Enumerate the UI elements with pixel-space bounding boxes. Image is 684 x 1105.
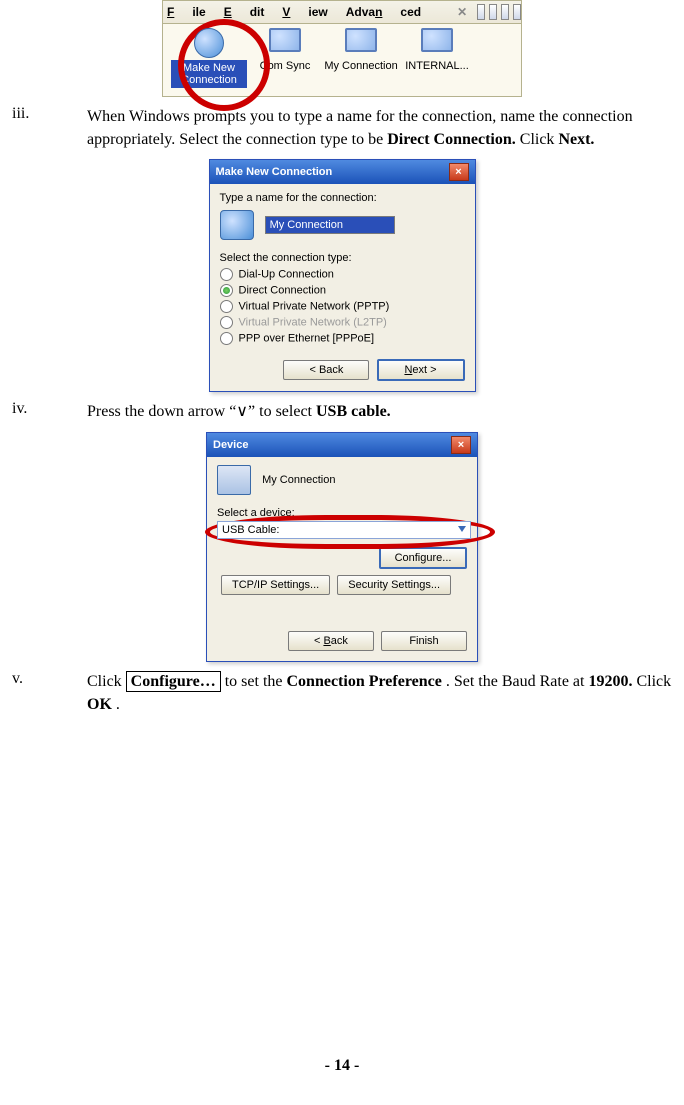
opt-pppoe: PPP over Ethernet [PPPoE]	[239, 333, 375, 345]
step-v-bold-a: Connection Preference	[286, 673, 441, 690]
security-settings-button[interactable]: Security Settings...	[337, 575, 451, 595]
com-sync-label: Com Sync	[247, 60, 323, 72]
step-iv-marker: iv.	[10, 400, 87, 423]
radio-pptp[interactable]	[220, 300, 233, 313]
device-close-button[interactable]: ×	[451, 436, 471, 454]
configure-button[interactable]: Configure...	[379, 547, 467, 569]
close-icon[interactable]: ✕	[457, 5, 467, 19]
back-button[interactable]: < Back	[283, 360, 369, 380]
dialog-title: Make New Connection	[216, 166, 449, 178]
step-v-text-e: .	[116, 696, 120, 713]
window-icon-1[interactable]	[477, 4, 485, 20]
window-icon-3[interactable]	[501, 4, 509, 20]
step-v-text-a: Click	[87, 673, 126, 690]
device-header-name: My Connection	[262, 473, 335, 485]
step-iii-bold-b: Next.	[558, 131, 594, 148]
opt-l2tp: Virtual Private Network (L2TP)	[239, 317, 387, 329]
step-v: v. Click Configure… to set the Connectio…	[10, 670, 674, 716]
menu-advanced[interactable]: Advanced	[346, 5, 421, 19]
step-v-text-b: to set the	[225, 673, 287, 690]
radio-direct[interactable]	[220, 284, 233, 297]
connection-icon	[220, 210, 254, 240]
step-iv-text-b: to select	[259, 403, 316, 420]
step-iv: iv. Press the down arrow “∨” to select U…	[10, 400, 674, 423]
step-iii-marker: iii.	[10, 105, 87, 151]
radio-dialup[interactable]	[220, 268, 233, 281]
make-new-connection-label: Make New Connection	[171, 60, 247, 88]
radio-l2tp	[220, 316, 233, 329]
internal-label: INTERNAL...	[399, 60, 475, 72]
step-iii: iii. When Windows prompts you to type a …	[10, 105, 674, 151]
prompt-name: Type a name for the connection:	[220, 192, 465, 204]
opt-pptp: Virtual Private Network (PPTP)	[239, 301, 390, 313]
menu-bar: File Edit View Advanced ✕	[162, 0, 522, 24]
opt-direct: Direct Connection	[239, 285, 326, 297]
step-iv-arrow: “∨”	[229, 403, 255, 420]
step-v-bold-b: 19200.	[588, 673, 632, 690]
close-button[interactable]: ×	[449, 163, 469, 181]
step-iv-text-a: Press the down arrow	[87, 403, 229, 420]
step-iv-bold-a: USB cable.	[316, 403, 391, 420]
menu-view[interactable]: View	[282, 5, 327, 19]
step-iii-bold-a: Direct Connection.	[387, 131, 516, 148]
device-dialog-title: Device	[213, 439, 451, 451]
step-iii-text-b: Click	[520, 131, 559, 148]
finish-button[interactable]: Finish	[381, 631, 467, 651]
radio-pppoe[interactable]	[220, 332, 233, 345]
make-new-connection-dialog: Make New Connection × Type a name for th…	[209, 159, 476, 392]
next-button[interactable]: Next >	[377, 359, 465, 381]
make-new-connection-icon[interactable]: Make New Connection	[171, 28, 247, 88]
device-dialog: Device × My Connection Select a device: …	[206, 432, 478, 662]
step-v-text-c: . Set the Baud Rate at	[446, 673, 589, 690]
tcpip-settings-button[interactable]: TCP/IP Settings...	[221, 575, 330, 595]
com-sync-icon[interactable]: Com Sync	[247, 28, 323, 72]
window-icon-2[interactable]	[489, 4, 497, 20]
menu-edit[interactable]: Edit	[224, 5, 265, 19]
device-prompt: Select a device:	[217, 507, 467, 519]
device-combo[interactable]: USB Cable:	[217, 521, 471, 539]
step-v-text-d: Click	[636, 673, 671, 690]
opt-dialup: Dial-Up Connection	[239, 269, 334, 281]
page-number: - 14 -	[0, 1057, 684, 1075]
my-connection-label: My Connection	[323, 60, 399, 72]
screenshot-toolbar: File Edit View Advanced ✕ Make New Conne…	[162, 0, 522, 97]
window-icon-4[interactable]	[513, 4, 521, 20]
my-connection-icon[interactable]: My Connection	[323, 28, 399, 72]
prompt-type: Select the connection type:	[220, 252, 465, 264]
device-back-button[interactable]: < Back	[288, 631, 374, 651]
device-header-icon	[217, 465, 251, 495]
internal-icon[interactable]: INTERNAL...	[399, 28, 475, 72]
menu-file[interactable]: File	[167, 5, 206, 19]
device-combo-value: USB Cable:	[222, 524, 279, 536]
step-v-marker: v.	[10, 670, 87, 716]
step-v-configure-label: Configure…	[126, 671, 221, 692]
connection-name-field[interactable]: My Connection	[265, 216, 395, 234]
step-v-bold-c: OK	[87, 696, 112, 713]
